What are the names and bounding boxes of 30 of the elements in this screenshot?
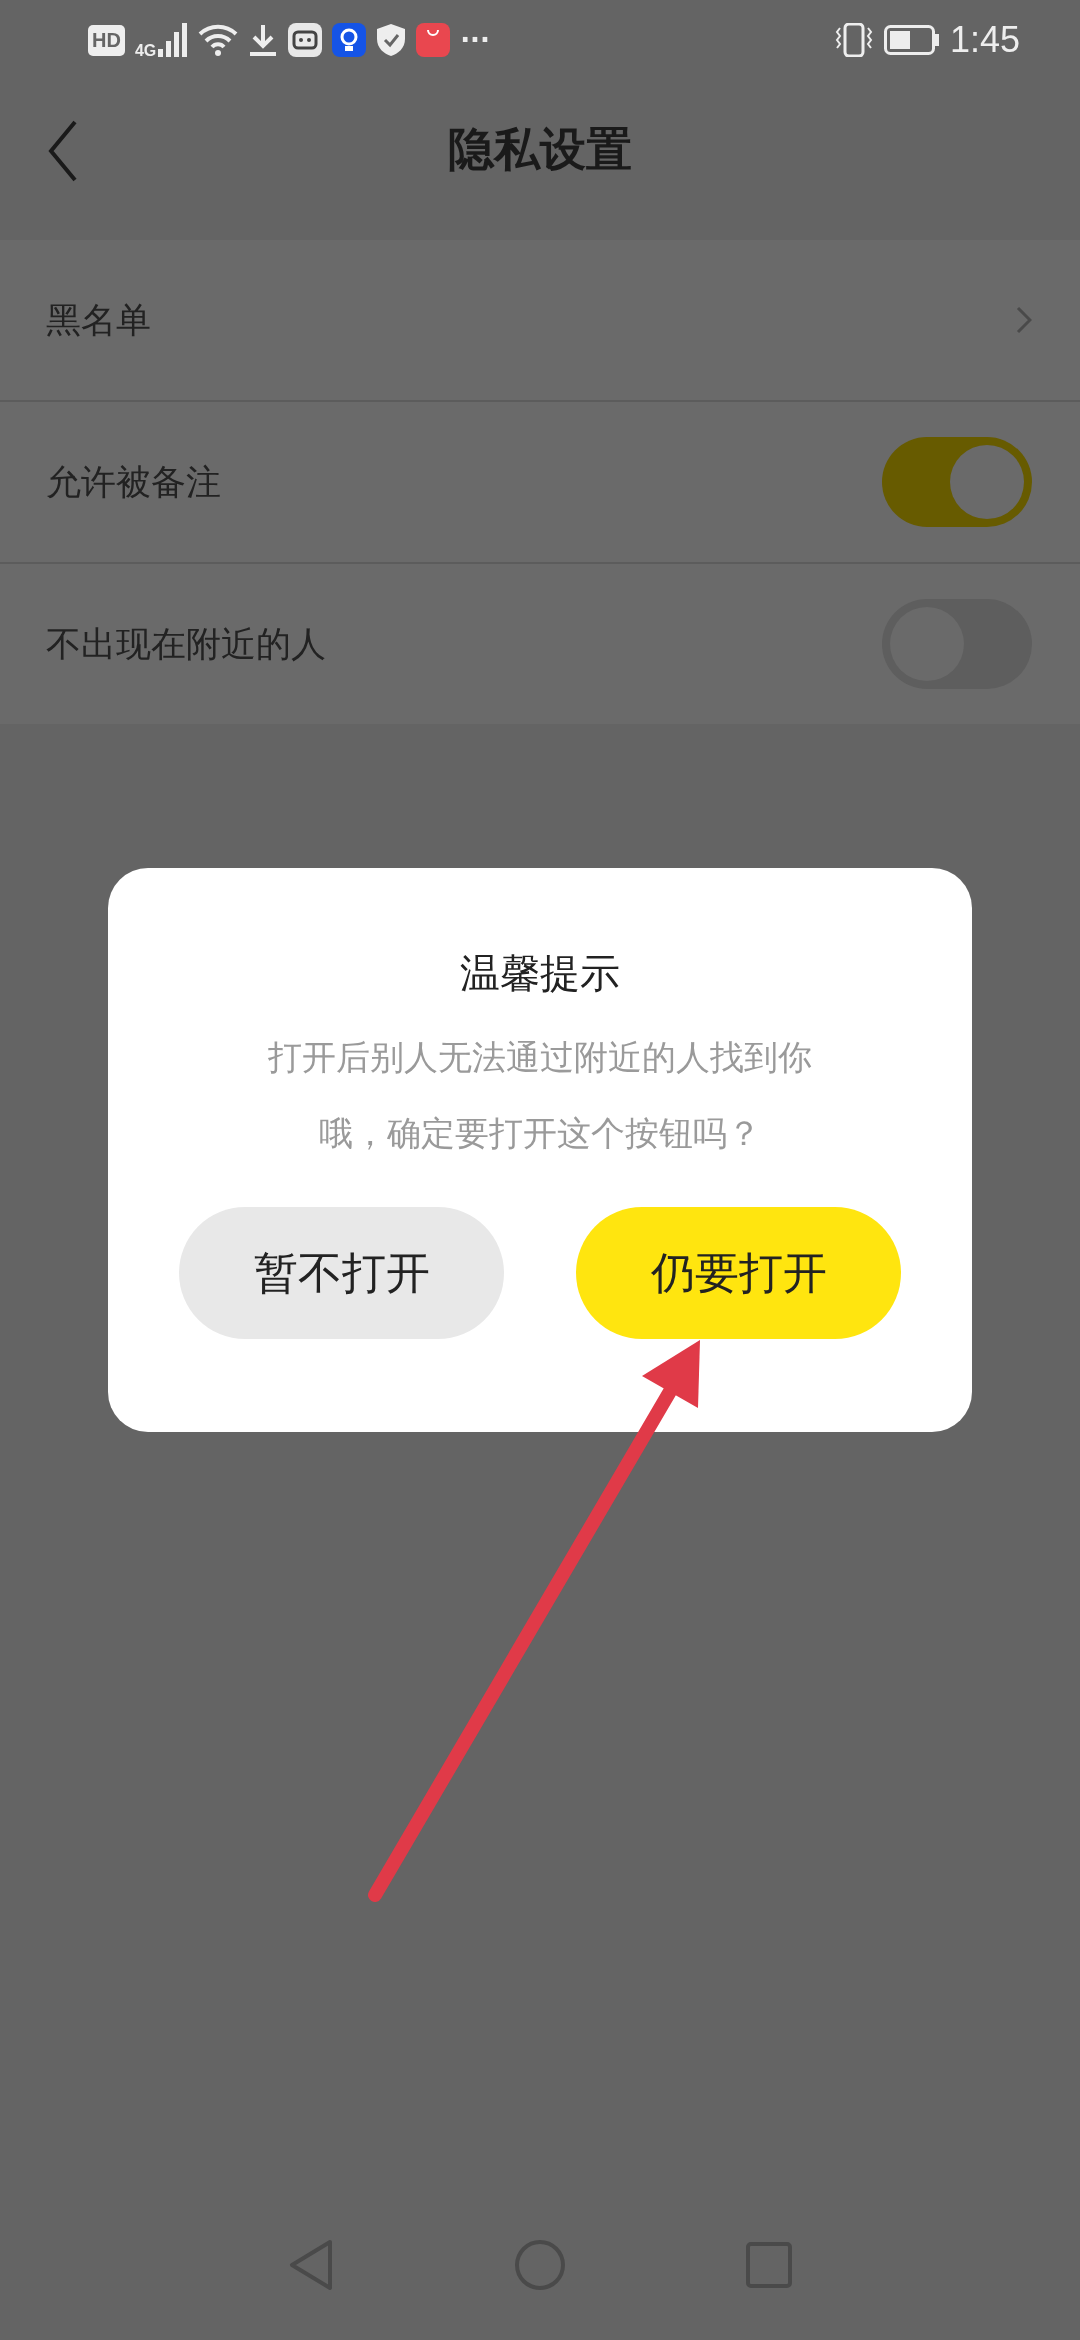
dialog-message: 打开后别人无法通过附近的人找到你 (268, 1036, 812, 1079)
battery-icon (883, 25, 940, 55)
setting-label: 不出现在附近的人 (46, 622, 326, 666)
dialog-message: 哦，确定要打开这个按钮吗？ (319, 1112, 761, 1155)
download-icon (248, 23, 279, 57)
recents-nav-icon[interactable] (746, 2242, 792, 2288)
wifi-icon (198, 24, 239, 56)
dialog-title: 温馨提示 (460, 949, 620, 998)
vibrate-icon (833, 23, 874, 57)
settings-row[interactable]: 不出现在附近的人 (0, 564, 1080, 724)
setting-label: 黑名单 (46, 298, 151, 342)
bulb-app-icon (332, 23, 367, 57)
cancel-button[interactable]: 暂不打开 (179, 1207, 504, 1339)
clock: 1:45 (949, 19, 1020, 61)
more-notifications: ··· (460, 25, 490, 55)
hd-badge: HD (88, 24, 125, 56)
settings-row[interactable]: 黑名单 (0, 240, 1080, 402)
back-nav-icon[interactable] (288, 2239, 334, 2291)
app-store-icon (416, 23, 451, 57)
setting-label: 允许被备注 (46, 460, 221, 504)
back-icon[interactable] (48, 120, 78, 182)
chevron-icon (1016, 306, 1032, 334)
signal-icon (158, 23, 189, 57)
page-title: 隐私设置 (448, 121, 632, 178)
settings-row[interactable]: 允许被备注 (0, 402, 1080, 564)
shield-icon (376, 23, 407, 57)
home-nav-icon[interactable] (514, 2239, 566, 2291)
confirm-button[interactable]: 仍要打开 (576, 1207, 901, 1339)
robot-app-icon (288, 23, 323, 57)
network-type: 4G (134, 42, 157, 60)
